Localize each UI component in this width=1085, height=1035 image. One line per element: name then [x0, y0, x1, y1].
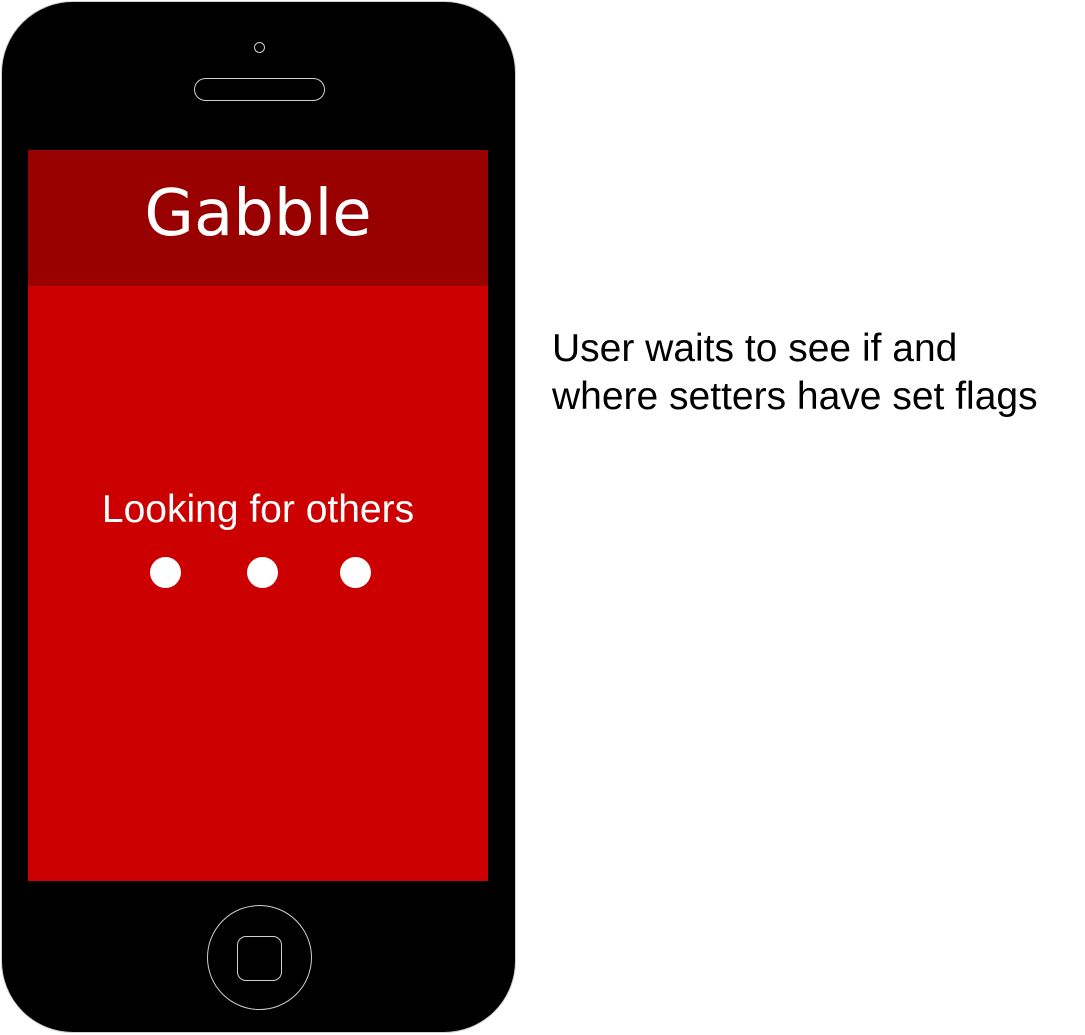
phone-screen: Gabble Looking for others [28, 150, 488, 881]
home-button[interactable] [207, 905, 312, 1010]
loading-dot-icon [247, 557, 278, 588]
home-square-icon [237, 936, 282, 981]
status-text: Looking for others [101, 488, 415, 531]
front-camera-icon [254, 42, 265, 53]
annotation-text: User waits to see if and where setters h… [552, 327, 1038, 418]
mockup-canvas: Gabble Looking for others User waits to … [0, 0, 1085, 1035]
earpiece-speaker [194, 78, 325, 101]
app-header: Gabble [28, 150, 488, 286]
loading-dot-icon [340, 557, 371, 588]
phone-frame: Gabble Looking for others [1, 1, 516, 1033]
app-title: Gabble [144, 177, 372, 251]
loading-dot-icon [150, 557, 181, 588]
